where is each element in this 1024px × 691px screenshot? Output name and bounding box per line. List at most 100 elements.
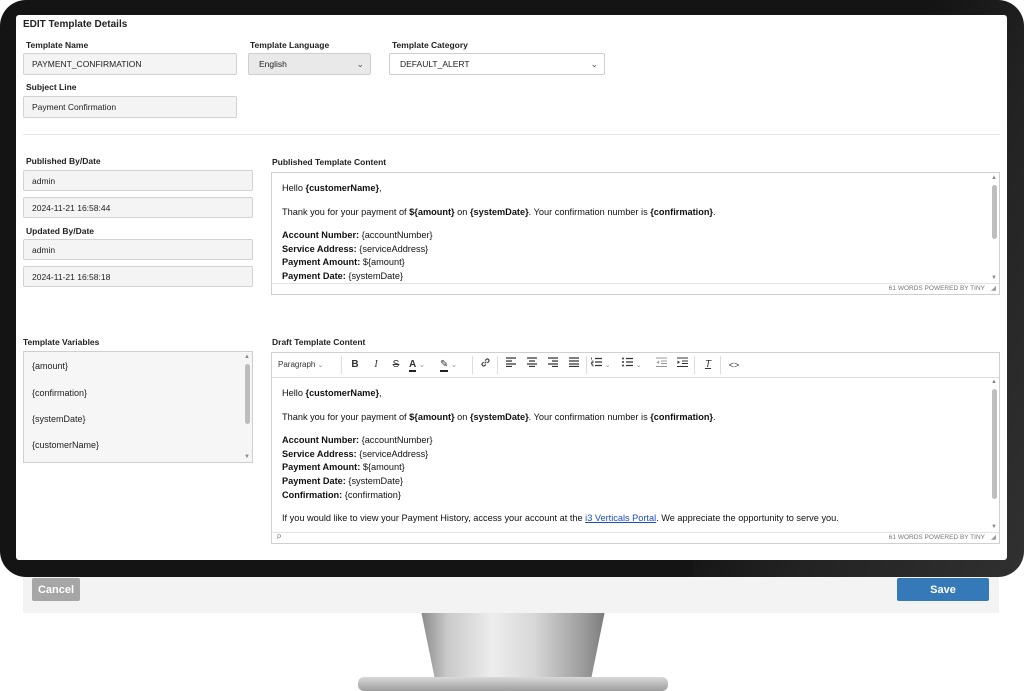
- highlight-color-button[interactable]: ✎ ⌄: [440, 357, 468, 373]
- scroll-thumb[interactable]: [992, 389, 997, 499]
- bold-button[interactable]: B: [347, 357, 363, 373]
- strikethrough-button[interactable]: S: [388, 357, 404, 373]
- chevron-down-icon: ⌄: [604, 362, 611, 369]
- template-category-label: Template Category: [392, 40, 468, 50]
- resize-grip-icon[interactable]: ◢: [991, 533, 996, 543]
- scroll-up-icon[interactable]: ▲: [991, 379, 997, 385]
- word-count: 61 WORDS POWERED BY TINY: [888, 534, 985, 541]
- subject-line-field[interactable]: Payment Confirmation: [23, 96, 237, 118]
- align-left-icon[interactable]: [503, 357, 519, 373]
- draft-content-body[interactable]: Hello {customerName}, Thank you for your…: [282, 387, 983, 536]
- scroll-down-icon[interactable]: ▼: [991, 524, 997, 530]
- published-content-label: Published Template Content: [272, 157, 387, 167]
- detail-row: Payment Date: {systemDate}: [282, 270, 404, 281]
- toolbar-separator: [586, 356, 587, 374]
- template-language-value: English: [259, 59, 287, 69]
- variable-item[interactable]: {systemDate}: [32, 414, 86, 424]
- chevron-down-icon: ⌄: [451, 362, 458, 369]
- template-variables-label: Template Variables: [23, 337, 100, 347]
- word-count: 61 WORDS POWERED BY TINY: [888, 285, 985, 292]
- outdent-icon[interactable]: [653, 357, 669, 373]
- scroll-thumb[interactable]: [992, 185, 997, 239]
- scroll-up-icon[interactable]: ▲: [991, 175, 997, 181]
- detail-row: Account Number: {accountNumber}: [282, 435, 433, 446]
- draft-scrollbar[interactable]: ▲ ▼: [990, 379, 998, 530]
- numbered-list-button[interactable]: ⌄: [591, 357, 619, 373]
- save-button[interactable]: Save: [897, 578, 989, 601]
- resize-grip-icon[interactable]: ◢: [991, 284, 996, 294]
- editor-toolbar: Paragraph ⌄ B I S A ⌄ ✎ ⌄ ⌄ ⌄ T <>: [272, 353, 999, 378]
- template-name-field[interactable]: PAYMENT_CONFIRMATION: [23, 53, 237, 75]
- bullet-list-icon: [622, 357, 633, 367]
- align-center-icon[interactable]: [524, 357, 540, 373]
- footer-bar: Cancel Save: [23, 577, 999, 613]
- subject-line-label: Subject Line: [26, 82, 77, 92]
- element-path: P: [277, 534, 282, 541]
- published-content-body: Hello {customerName}, Thank you for your…: [282, 182, 983, 284]
- variable-item[interactable]: {customerName}: [32, 440, 99, 450]
- block-format-select[interactable]: Paragraph ⌄: [278, 357, 338, 373]
- draft-content-label: Draft Template Content: [272, 337, 366, 347]
- detail-row: Service Address: {serviceAddress}: [282, 243, 429, 254]
- portal-link[interactable]: i3 Verticals Portal: [585, 513, 656, 523]
- app-screen: EDIT Template Details Template Name PAYM…: [16, 15, 1007, 560]
- template-name-label: Template Name: [26, 40, 89, 50]
- cancel-button[interactable]: Cancel: [32, 578, 80, 601]
- template-category-value: DEFAULT_ALERT: [400, 59, 470, 69]
- highlighter-icon: ✎: [440, 359, 449, 372]
- link-icon[interactable]: [477, 357, 493, 373]
- updated-by-label: Updated By/Date: [26, 226, 95, 236]
- toolbar-separator: [472, 356, 473, 374]
- monitor-stand-base: [358, 677, 668, 691]
- greeting-line: Hello {customerName},: [282, 388, 382, 398]
- font-color-button[interactable]: A ⌄: [409, 357, 437, 373]
- scroll-down-icon[interactable]: ▼: [244, 454, 250, 460]
- chevron-down-icon: ⌄: [419, 362, 425, 369]
- draft-content-editor[interactable]: Paragraph ⌄ B I S A ⌄ ✎ ⌄ ⌄ ⌄ T <> Hello…: [271, 352, 1000, 544]
- chevron-down-icon: ⌄: [590, 59, 598, 69]
- detail-row: Account Number: {accountNumber}: [282, 230, 433, 241]
- toolbar-separator: [720, 356, 721, 374]
- toolbar-separator: [341, 356, 342, 374]
- thanks-line: Thank you for your payment of ${amount} …: [282, 206, 716, 217]
- variables-scrollbar[interactable]: ▲ ▼: [243, 354, 251, 460]
- toolbar-separator: [694, 356, 695, 374]
- italic-button[interactable]: I: [368, 357, 384, 373]
- scroll-up-icon[interactable]: ▲: [244, 354, 250, 360]
- draft-status-bar: P 61 WORDS POWERED BY TINY ◢: [272, 532, 999, 543]
- thanks-line: Thank you for your payment of ${amount} …: [282, 411, 716, 422]
- published-by-label: Published By/Date: [26, 156, 101, 166]
- updated-date-field[interactable]: 2024-11-21 16:58:18: [23, 266, 253, 287]
- updated-by-field[interactable]: admin: [23, 239, 253, 260]
- chevron-down-icon: ⌄: [317, 362, 324, 369]
- indent-icon[interactable]: [674, 357, 690, 373]
- variable-item[interactable]: {amount}: [32, 361, 68, 371]
- published-content-viewer[interactable]: Hello {customerName}, Thank you for your…: [271, 172, 1000, 295]
- detail-row: Payment Amount: ${amount}: [282, 257, 405, 268]
- template-language-select[interactable]: English ⌄: [248, 53, 371, 75]
- bullet-list-button[interactable]: ⌄: [622, 357, 650, 373]
- details-block: Account Number: {accountNumber} Service …: [282, 434, 983, 502]
- detail-row: Confirmation: {confirmation}: [282, 489, 401, 500]
- align-justify-icon[interactable]: [566, 357, 582, 373]
- published-scrollbar[interactable]: ▲ ▼: [990, 175, 998, 281]
- scroll-down-icon[interactable]: ▼: [991, 275, 997, 281]
- published-date-field[interactable]: 2024-11-21 16:58:44: [23, 197, 253, 218]
- template-language-label: Template Language: [250, 40, 330, 50]
- published-status-bar: 61 WORDS POWERED BY TINY ◢: [272, 283, 999, 294]
- source-code-button[interactable]: <>: [725, 357, 743, 373]
- chevron-down-icon: ⌄: [356, 59, 364, 69]
- scroll-thumb[interactable]: [245, 364, 250, 424]
- template-variables-list[interactable]: {amount} {confirmation} {systemDate} {cu…: [23, 351, 253, 463]
- clear-formatting-icon[interactable]: T: [700, 357, 716, 373]
- published-by-field[interactable]: admin: [23, 170, 253, 191]
- details-block: Account Number: {accountNumber} Service …: [282, 229, 983, 283]
- align-right-icon[interactable]: [545, 357, 561, 373]
- detail-row: Service Address: {serviceAddress}: [282, 448, 429, 459]
- template-category-select[interactable]: DEFAULT_ALERT ⌄: [389, 53, 605, 75]
- variable-item[interactable]: {confirmation}: [32, 388, 87, 398]
- numbered-list-icon: [591, 357, 602, 367]
- history-line: If you would like to view your Payment H…: [282, 513, 839, 524]
- detail-row: Payment Amount: ${amount}: [282, 462, 405, 473]
- greeting-line: Hello {customerName},: [282, 183, 382, 193]
